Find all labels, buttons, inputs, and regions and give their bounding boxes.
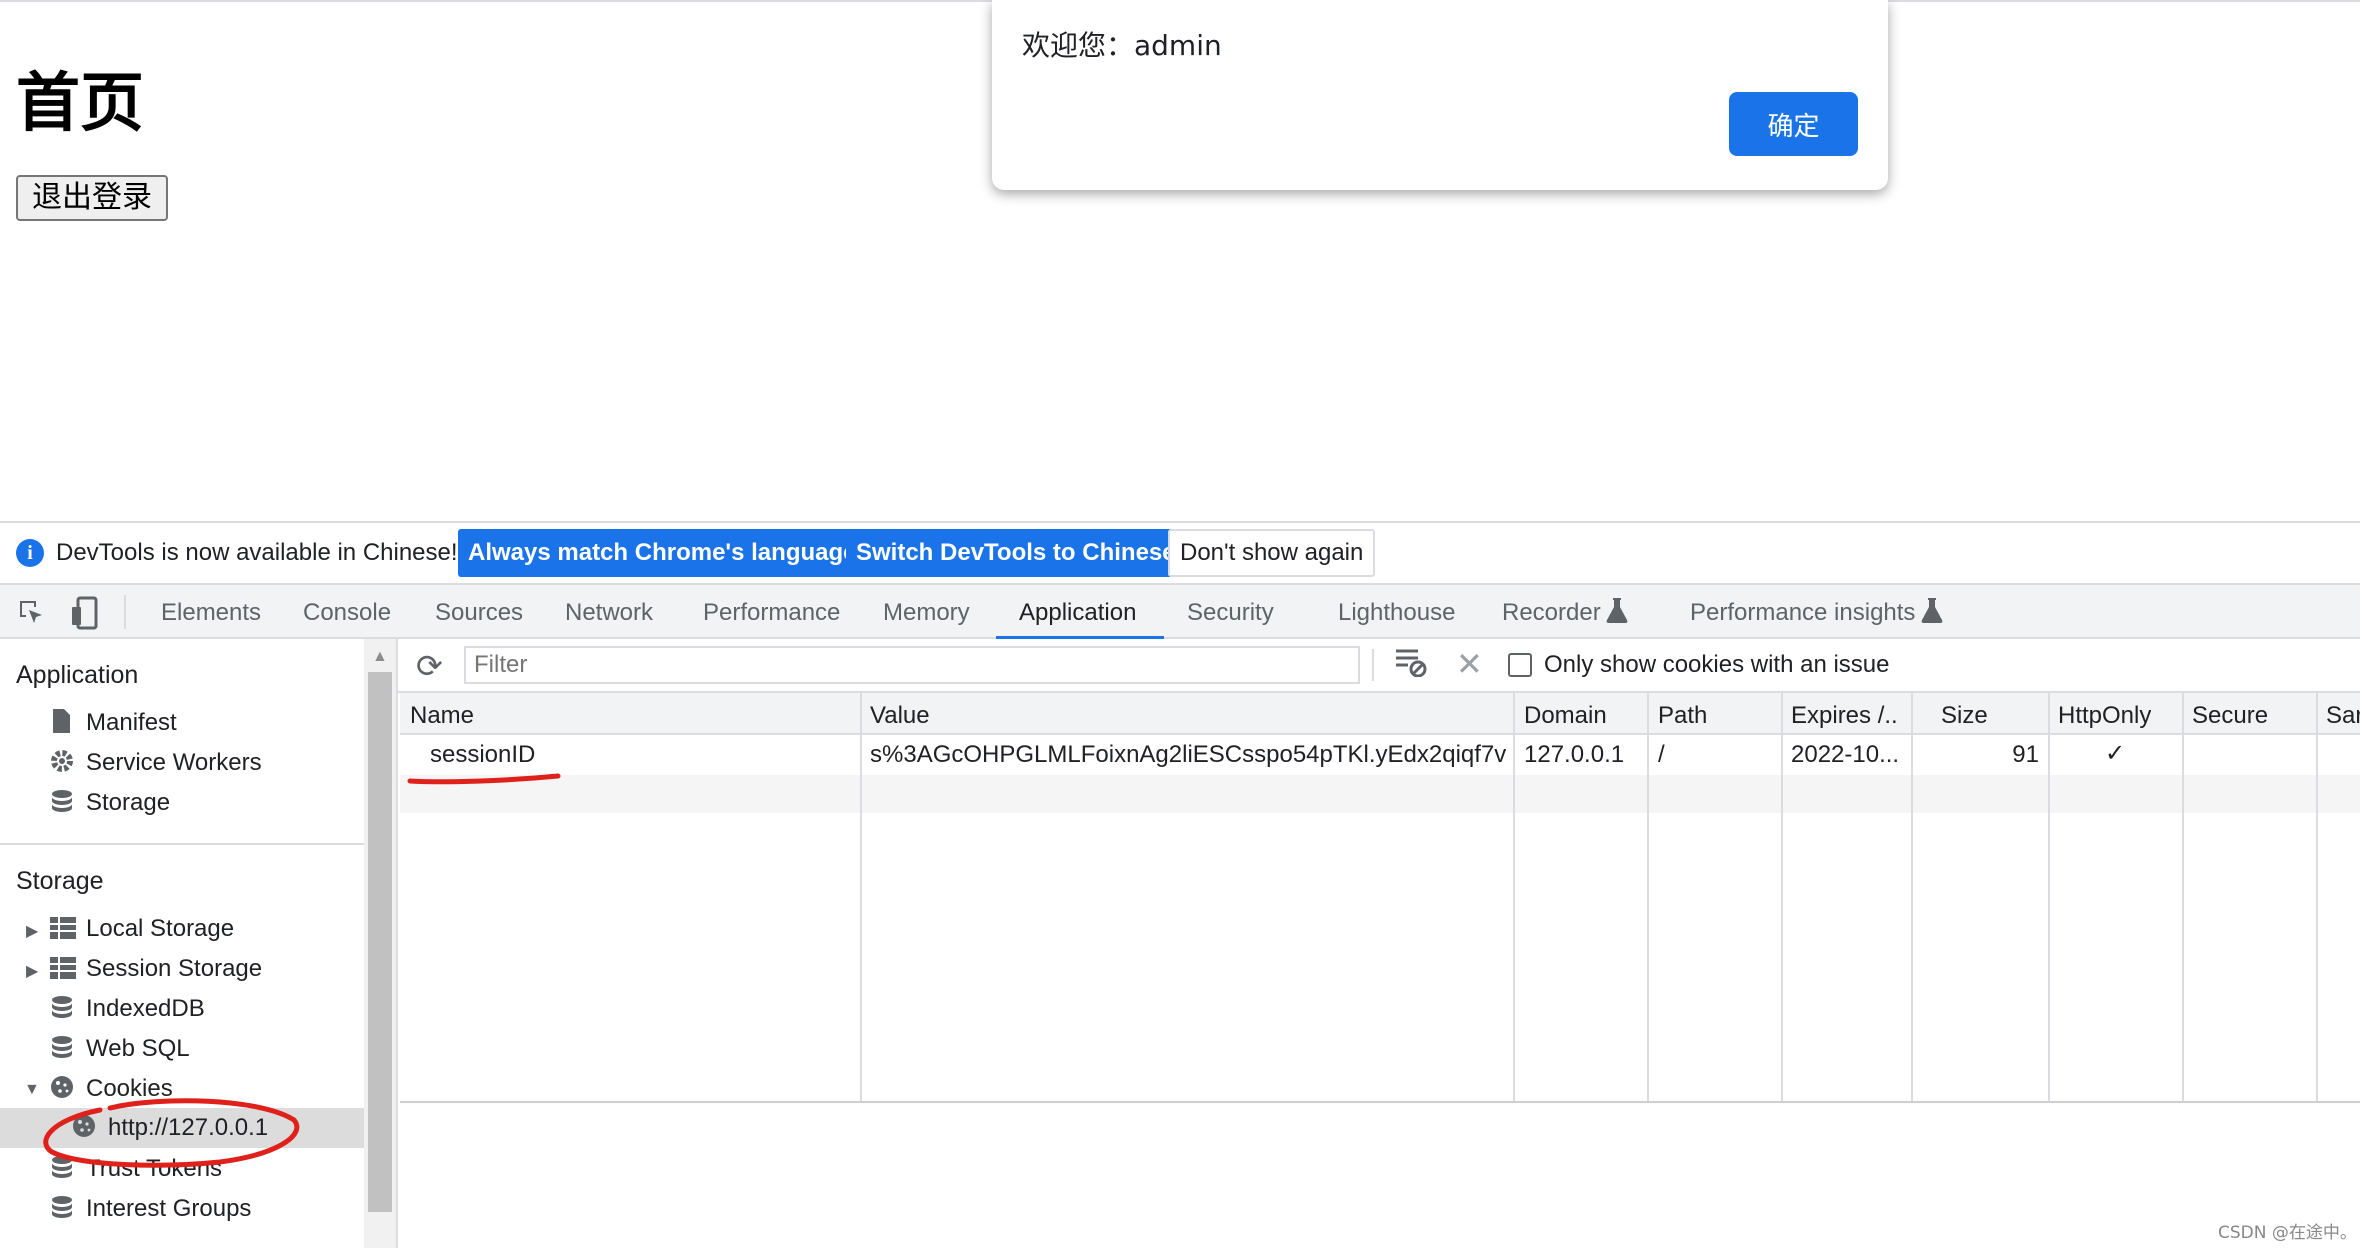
- column-header-size[interactable]: Size: [1941, 702, 1988, 730]
- sidebar-item-label: IndexedDB: [86, 995, 205, 1022]
- info-icon: i: [16, 539, 44, 567]
- tab-lighthouse[interactable]: Lighthouse: [1338, 599, 1455, 627]
- column-header-name[interactable]: Name: [410, 702, 474, 730]
- tab-security[interactable]: Security: [1187, 599, 1274, 627]
- application-sidebar: Application Manifest Service Workers Sto…: [0, 639, 364, 1248]
- column-header-value[interactable]: Value: [870, 702, 930, 730]
- cell-path: /: [1658, 741, 1665, 768]
- scrollbar-thumb[interactable]: [368, 672, 392, 1212]
- sidebar-item-web-sql[interactable]: Web SQL: [50, 1035, 190, 1063]
- sidebar-item-label: Storage: [86, 789, 171, 816]
- cell-name: sessionID: [430, 741, 536, 768]
- device-toolbar-icon[interactable]: [68, 595, 104, 631]
- inspect-element-icon[interactable]: [16, 597, 48, 629]
- column-header-httponly[interactable]: HttpOnly: [2058, 702, 2151, 730]
- page-title: 首页: [16, 67, 144, 139]
- tab-console[interactable]: Console: [303, 599, 391, 627]
- grid-icon: [50, 957, 76, 981]
- column-header-domain[interactable]: Domain: [1524, 702, 1607, 730]
- tab-performance-insights[interactable]: Performance insights: [1690, 599, 1915, 627]
- sidebar-item-interest-groups[interactable]: Interest Groups: [50, 1195, 251, 1223]
- annotation-underline: [407, 773, 561, 785]
- sidebar-item-label: Local Storage: [86, 915, 235, 942]
- alert-dialog: 欢迎您：admin 确定: [992, 0, 1888, 190]
- sidebar-section-storage: Storage: [16, 867, 104, 895]
- table-row-empty: [400, 775, 2360, 813]
- database-icon: [50, 1195, 74, 1219]
- always-match-language-button[interactable]: Always match Chrome's language: [458, 529, 867, 577]
- cell-size: 91: [2012, 741, 2039, 768]
- sidebar-item-label: Service Workers: [86, 749, 262, 776]
- sidebar-item-service-workers[interactable]: Service Workers: [50, 749, 262, 777]
- clear-filtered-cookies-icon[interactable]: [1394, 647, 1428, 685]
- delete-cookie-icon[interactable]: ✕: [1456, 645, 1483, 683]
- filter-input[interactable]: Filter: [464, 646, 1360, 684]
- toolbar-divider: [124, 595, 126, 629]
- cell-httponly: ✓: [2104, 739, 2126, 767]
- dont-show-again-button[interactable]: Don't show again: [1168, 529, 1376, 577]
- sidebar-item-label: Interest Groups: [86, 1195, 252, 1222]
- switch-to-chinese-button[interactable]: Switch DevTools to Chinese: [846, 529, 1186, 577]
- sidebar-item-label: Web SQL: [86, 1035, 190, 1062]
- column-header-path[interactable]: Path: [1658, 702, 1707, 730]
- sidebar-item-label: Session Storage: [86, 955, 263, 982]
- performance-insights-flask-icon: [1921, 597, 1943, 623]
- sidebar-section-application: Application: [16, 661, 139, 689]
- gear-icon: [50, 749, 74, 773]
- tab-elements[interactable]: Elements: [161, 599, 261, 627]
- sidebar-item-indexeddb[interactable]: IndexedDB: [50, 995, 205, 1023]
- cell-value: s%3AGcOHPGLMLFoixnAg2liESCsspo54pTKl.yEd…: [870, 741, 1506, 768]
- only-issues-label: Only show cookies with an issue: [1544, 651, 1890, 678]
- tab-network[interactable]: Network: [565, 599, 653, 627]
- logout-button[interactable]: 退出登录: [16, 175, 168, 221]
- tab-performance[interactable]: Performance: [703, 599, 840, 627]
- expand-arrow-icon[interactable]: ▶: [26, 961, 38, 981]
- only-issues-checkbox[interactable]: [1508, 653, 1532, 677]
- toolbar-divider: [1372, 649, 1374, 681]
- table-row[interactable]: sessionID s%3AGcOHPGLMLFoixnAg2liESCsspo…: [400, 735, 2360, 775]
- tab-recorder[interactable]: Recorder: [1502, 599, 1601, 627]
- column-header-samesite[interactable]: Sar: [2326, 702, 2360, 730]
- refresh-icon[interactable]: ⟳: [416, 647, 443, 685]
- column-header-expires[interactable]: Expires /..: [1791, 702, 1911, 730]
- table-bottom-border: [400, 1101, 2360, 1103]
- panel-divider[interactable]: [396, 639, 398, 1248]
- cell-domain: 127.0.0.1: [1524, 741, 1625, 768]
- dialog-ok-button[interactable]: 确定: [1729, 92, 1858, 156]
- database-icon: [50, 995, 74, 1019]
- column-header-secure[interactable]: Secure: [2192, 702, 2268, 730]
- tab-sources[interactable]: Sources: [435, 599, 523, 627]
- grid-icon: [50, 917, 76, 941]
- devtools-language-infobar: i DevTools is now available in Chinese! …: [0, 521, 2360, 581]
- sidebar-item-local-storage[interactable]: Local Storage: [50, 915, 234, 943]
- sidebar-item-label: Manifest: [86, 709, 177, 736]
- devtools-tabbar: Elements Console Sources Network Perform…: [0, 583, 2360, 639]
- sidebar-item-session-storage[interactable]: Session Storage: [50, 955, 262, 983]
- infobar-text: DevTools is now available in Chinese!: [56, 539, 458, 566]
- collapse-arrow-icon[interactable]: ▼: [24, 1081, 40, 1099]
- scroll-up-arrow-icon[interactable]: ▲: [372, 648, 388, 666]
- file-icon: [50, 709, 74, 733]
- tab-memory[interactable]: Memory: [883, 599, 970, 627]
- dialog-message: 欢迎您：admin: [1022, 29, 1222, 62]
- annotation-circle: [43, 1098, 300, 1168]
- cookies-toolbar: ⟳ Filter ✕ Only show cookies with an iss…: [398, 639, 2360, 693]
- cell-expires: 2022-10...: [1791, 741, 1900, 768]
- database-icon: [50, 1035, 74, 1059]
- cookies-table: Name Value Domain Path Expires /.. Size …: [400, 693, 2360, 1103]
- sidebar-item-storage[interactable]: Storage: [50, 789, 170, 817]
- sidebar-divider: [0, 843, 364, 845]
- watermark: CSDN @在途中。: [2218, 1223, 2357, 1243]
- tab-application[interactable]: Application: [1019, 599, 1136, 627]
- sidebar-item-manifest[interactable]: Manifest: [50, 709, 177, 737]
- expand-arrow-icon[interactable]: ▶: [26, 921, 38, 941]
- database-icon: [50, 789, 74, 813]
- recorder-flask-icon: [1606, 597, 1628, 623]
